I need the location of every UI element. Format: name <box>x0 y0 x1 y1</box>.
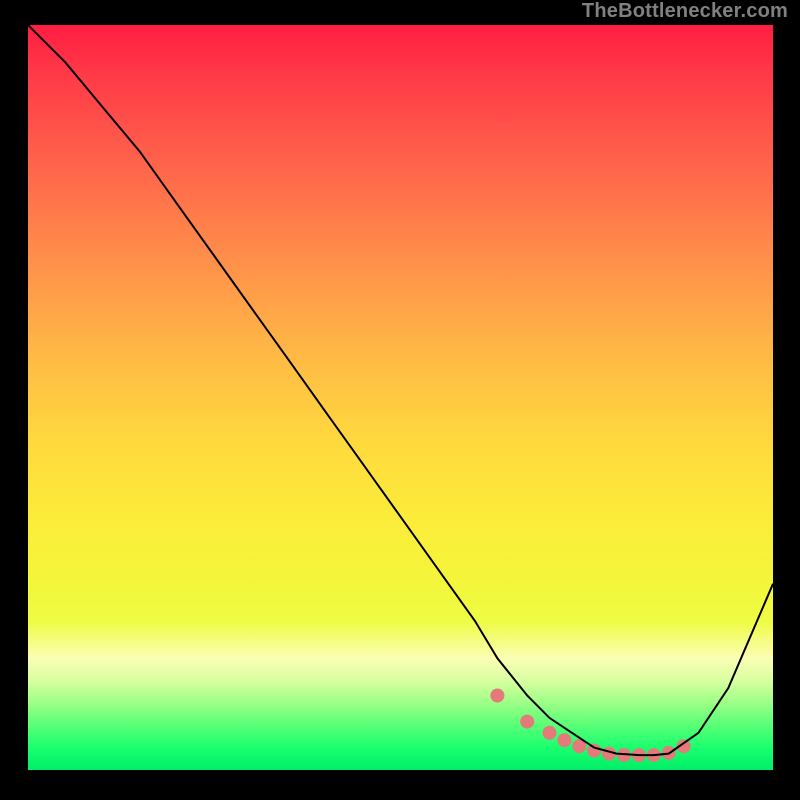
attribution-text: TheBottlenecker.com <box>582 0 788 23</box>
optimal-marker-series <box>490 689 690 763</box>
chart-frame: TheBottlenecker.com <box>0 0 800 800</box>
optimal-marker-point <box>557 733 571 747</box>
optimal-marker-point <box>543 726 557 740</box>
optimal-marker-point <box>490 689 504 703</box>
optimal-marker-point <box>587 744 601 758</box>
bottleneck-curve <box>28 25 773 755</box>
plot-area <box>28 25 773 770</box>
chart-svg <box>28 25 773 770</box>
optimal-marker-point <box>520 715 534 729</box>
